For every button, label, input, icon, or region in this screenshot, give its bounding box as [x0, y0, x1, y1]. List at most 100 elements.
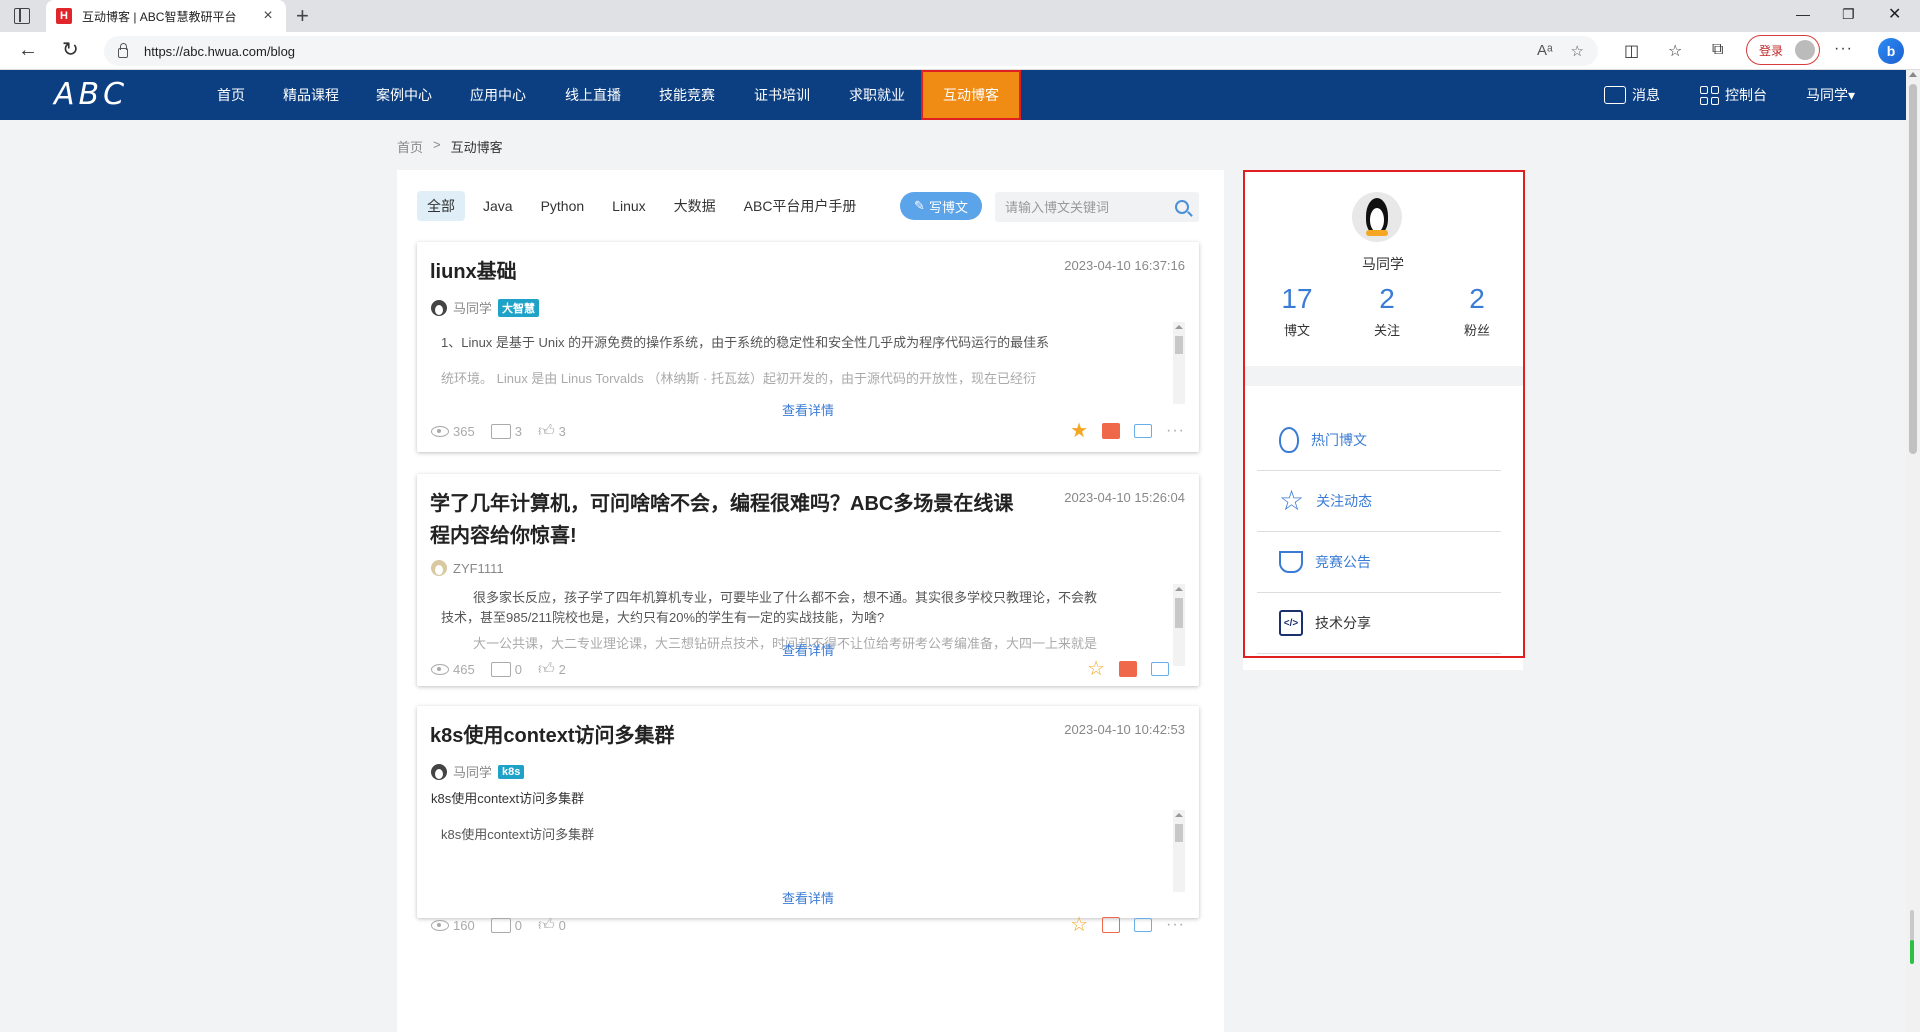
url-text[interactable]: https://abc.hwua.com/blog — [144, 44, 295, 59]
filter-all[interactable]: 全部 — [417, 191, 465, 221]
close-tab-icon[interactable]: × — [260, 7, 276, 25]
more-icon[interactable]: ··· — [1166, 916, 1185, 934]
author-avatar — [431, 763, 447, 780]
excerpt-scrollbar[interactable] — [1173, 322, 1185, 404]
user-menu[interactable]: 马同学▾ — [1806, 70, 1855, 120]
likes-count: 0 — [558, 918, 566, 933]
post-title[interactable]: 学了几年计算机，可问啥啥不会，编程很难吗？ABC多场景在线课程内容给你惊喜! — [430, 488, 1030, 552]
site-logo[interactable]: ABC — [54, 80, 128, 110]
restore-icon[interactable]: ❐ — [1842, 6, 1855, 23]
views-icon — [431, 664, 449, 675]
breadcrumb-current: 互动博客 — [450, 140, 503, 155]
read-aloud-icon[interactable]: A͏ᵃ — [1537, 42, 1553, 60]
stat-followers[interactable]: 2 粉丝 — [1447, 282, 1507, 339]
post-title[interactable]: k8s使用context访问多集群 — [430, 720, 1030, 752]
stat-label: 博文 — [1283, 323, 1310, 338]
post-card[interactable]: liunx基础 2023-04-10 16:37:16 马同学 大智慧 1、Li… — [417, 242, 1199, 452]
view-detail-link[interactable]: 查看详情 — [417, 640, 1199, 659]
login-button[interactable]: 登录 — [1746, 35, 1820, 65]
post-actions: ☆ ··· — [1070, 912, 1185, 937]
sidebar-item-contest-notices[interactable]: 竞赛公告 — [1257, 532, 1501, 593]
breadcrumb: 首页 > 互动博客 — [397, 137, 503, 156]
page-scroll-thumb[interactable] — [1909, 84, 1917, 454]
comment-icon[interactable] — [1151, 661, 1169, 676]
filter-java[interactable]: Java — [473, 193, 523, 219]
page-scrollbar[interactable] — [1906, 70, 1920, 1032]
favorites-icon[interactable]: ☆ — [1668, 41, 1682, 61]
nav-blog[interactable]: 互动博客 — [921, 70, 1021, 120]
scroll-up-icon[interactable] — [1909, 72, 1917, 77]
favorite-outline-icon[interactable]: ☆ — [1070, 912, 1088, 937]
new-tab-icon[interactable]: + — [296, 5, 309, 27]
filter-bigdata[interactable]: 大数据 — [664, 191, 726, 221]
back-icon[interactable]: ← — [18, 39, 38, 61]
author-name[interactable]: ZYF1111 — [453, 561, 504, 576]
minimize-icon[interactable]: — — [1796, 6, 1810, 22]
filter-linux[interactable]: Linux — [602, 193, 655, 219]
favorite-outline-icon[interactable]: ☆ — [1087, 656, 1105, 681]
author-name[interactable]: 马同学 — [453, 762, 492, 781]
more-options-icon[interactable]: ··· — [1834, 40, 1853, 58]
post-title[interactable]: liunx基础 — [430, 256, 1030, 288]
view-detail-link[interactable]: 查看详情 — [417, 888, 1199, 907]
collections-icon[interactable]: ⧉ — [1712, 41, 1723, 59]
console-link[interactable]: 控制台 — [1700, 70, 1767, 120]
filter-manual[interactable]: ABC平台用户手册 — [734, 191, 867, 221]
nav-jobs[interactable]: 求职就业 — [838, 70, 916, 120]
write-post-label: 写博文 — [928, 199, 968, 215]
stat-following[interactable]: 2 关注 — [1357, 282, 1417, 339]
refresh-icon[interactable]: ↻ — [62, 39, 79, 61]
messages-link[interactable]: 消息 — [1604, 70, 1660, 120]
views-count: 160 — [453, 918, 475, 933]
tab-title: 互动博客 | ABC智慧教研平台 — [82, 9, 237, 24]
stat-value: 2 — [1469, 283, 1485, 314]
nav-home[interactable]: 首页 — [200, 70, 262, 120]
comment-icon[interactable] — [1134, 917, 1153, 932]
sidebar-divider — [1243, 366, 1523, 386]
profile-avatar[interactable] — [1352, 192, 1402, 242]
view-detail-link[interactable]: 查看详情 — [417, 400, 1199, 419]
split-screen-icon[interactable]: ◫ — [1624, 41, 1639, 61]
url-bar[interactable]: https://abc.hwua.com/blog A͏ᵃ ☆ — [104, 36, 1598, 66]
stat-posts[interactable]: 17 博文 — [1267, 282, 1327, 339]
filter-python[interactable]: Python — [531, 193, 595, 219]
lock-icon[interactable] — [118, 43, 128, 58]
write-post-button[interactable]: ✎ 写博文 — [900, 192, 982, 220]
add-favorite-icon[interactable]: ☆ — [1571, 42, 1584, 60]
sidebar-item-hot-posts[interactable]: 热门博文 — [1257, 410, 1501, 471]
like-filled-icon[interactable] — [1102, 422, 1121, 439]
post-card[interactable]: k8s使用context访问多集群 2023-04-10 10:42:53 马同… — [417, 706, 1199, 936]
breadcrumb-home[interactable]: 首页 — [397, 137, 423, 156]
nav-certificates[interactable]: 证书培训 — [743, 70, 821, 120]
sidebar-item-tech-share[interactable]: </> 技术分享 — [1257, 593, 1501, 654]
like-filled-icon[interactable] — [1119, 660, 1137, 677]
nav-apps[interactable]: 应用中心 — [459, 70, 537, 120]
sidebar-item-following-feed[interactable]: ☆ 关注动态 — [1257, 471, 1501, 532]
browser-tab[interactable]: H 互动博客 | ABC智慧教研平台 × — [46, 0, 286, 32]
post-summary: k8s使用context访问多集群 — [431, 791, 585, 806]
nav-contests[interactable]: 技能竞赛 — [648, 70, 726, 120]
search-box — [995, 192, 1199, 222]
author-name[interactable]: 马同学 — [453, 298, 492, 317]
search-icon[interactable] — [1175, 200, 1189, 214]
post-author: ZYF1111 — [431, 560, 504, 576]
bing-copilot-icon[interactable]: b — [1878, 38, 1904, 64]
penguin-feet — [1366, 230, 1388, 236]
tab-actions-icon[interactable] — [14, 8, 30, 24]
site-favicon-icon: H — [56, 8, 72, 24]
console-label: 控制台 — [1725, 87, 1767, 103]
post-card[interactable]: 学了几年计算机，可问啥啥不会，编程很难吗？ABC多场景在线课程内容给你惊喜! 2… — [417, 474, 1199, 686]
comment-icon[interactable] — [1134, 423, 1153, 438]
excerpt-scrollbar[interactable] — [1173, 810, 1185, 892]
like-outline-icon[interactable] — [1102, 916, 1121, 933]
favorite-filled-icon[interactable]: ★ — [1070, 418, 1088, 443]
excerpt-line: 1、Linux 是基于 Unix 的开源免费的操作系统，由于系统的稳定性和安全性… — [441, 335, 1050, 350]
more-icon[interactable]: ··· — [1166, 422, 1185, 440]
nav-cases[interactable]: 案例中心 — [365, 70, 443, 120]
nav-courses[interactable]: 精品课程 — [272, 70, 350, 120]
comments-count: 0 — [514, 662, 522, 677]
nav-live[interactable]: 线上直播 — [554, 70, 632, 120]
close-window-icon[interactable]: ✕ — [1888, 4, 1901, 24]
breadcrumb-separator: > — [433, 137, 441, 152]
search-input[interactable] — [1005, 199, 1165, 215]
